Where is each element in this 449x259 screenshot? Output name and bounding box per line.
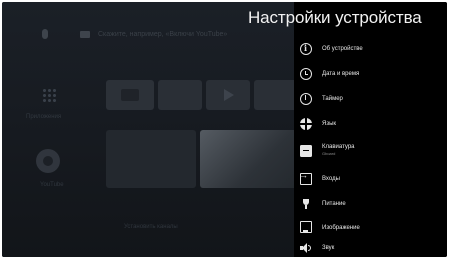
menu-item-sublabel: Gboard [322,151,336,156]
panel-title: Настройки устройства [248,8,422,27]
app-tile-play-store [206,80,250,110]
apps-grid-icon [42,88,56,102]
menu-item-inputs[interactable]: Входы [299,168,445,190]
menu-item-sound[interactable]: Звук [300,237,445,259]
youtube-label: YouTube [40,182,64,188]
input-icon [299,170,312,185]
menu-item-about[interactable]: Об устройстве [300,38,445,60]
apps-label: Приложения [26,114,62,120]
menu-item-label: Входы [322,176,340,182]
globe-icon [300,118,312,130]
menu-item-label: Дата и время [322,71,360,77]
microphone-icon [42,29,48,39]
menu-item-date-time[interactable]: Дата и время [300,63,445,85]
home-screen-background: Скажите, например, «Включи YouTube» Прил… [2,2,302,257]
tv-icon [121,89,139,101]
menu-item-label: Таймер [322,96,343,102]
menu-item-label: Звук [322,245,335,251]
sound-icon [300,242,312,254]
menu-item-label: Клавиатура [322,144,355,150]
menu-item-label: Изображение [322,225,360,231]
home-search-bar: Скажите, например, «Включи YouTube» [42,24,227,44]
keyboard-icon [300,145,312,157]
clock-icon [300,68,312,80]
app-tile [158,80,202,110]
display-icon [300,220,312,233]
menu-item-keyboard[interactable]: Клавиатура Gboard [300,139,445,161]
info-icon [300,43,312,55]
app-tile-live-tv [106,80,154,110]
menu-item-timer[interactable]: Таймер [300,88,445,110]
menu-item-power[interactable]: Питание [300,193,445,215]
install-channels-label: Установить каналы [124,224,178,230]
timer-icon [300,93,312,105]
video-thumbnail [200,130,300,188]
menu-item-label: Язык [322,121,337,127]
menu-item-language[interactable]: Язык [300,113,445,135]
video-thumbnail [106,130,196,188]
keyboard-icon [80,30,90,38]
search-hint: Скажите, например, «Включи YouTube» [98,30,228,38]
menu-item-label: Питание [322,201,346,207]
menu-item-label: Об устройстве [322,46,363,52]
youtube-channel-icon [36,149,60,173]
menu-item-picture[interactable]: Изображение [300,217,445,239]
power-icon [300,198,312,210]
play-icon [224,89,234,101]
